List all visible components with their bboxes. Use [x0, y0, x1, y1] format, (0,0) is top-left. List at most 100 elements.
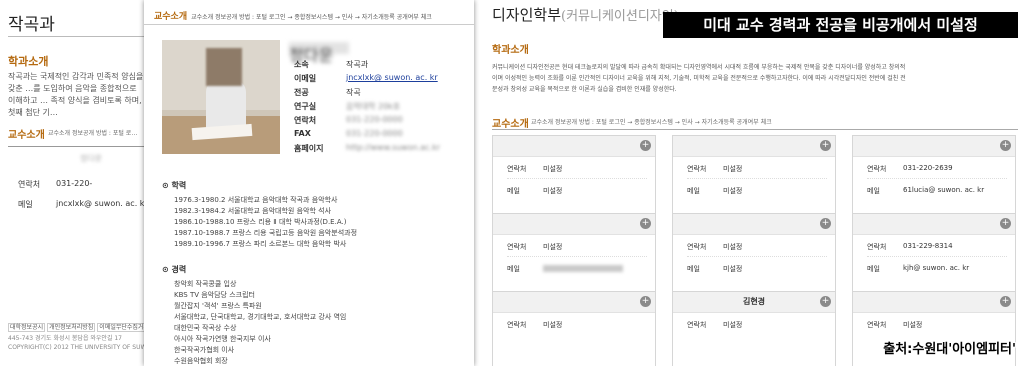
contact-label: 연락처 [867, 243, 887, 251]
contact-label: 연락처 [18, 180, 41, 189]
contact-value: 미설정 [543, 321, 563, 329]
info-value: 작곡 [346, 88, 361, 97]
list-item: 수원음악협회 회장 [174, 357, 228, 365]
email-row: 메일 kjh@ suwon. ac. kr [867, 264, 969, 274]
career-heading: ⊙ 경력 [162, 265, 187, 274]
email-value: 미설정 [723, 187, 743, 195]
section-title: 학과소개 [492, 45, 529, 56]
professor-section-title: 교수소개 [8, 130, 45, 141]
section-title: 학과소개 [8, 55, 49, 68]
plus-icon[interactable]: + [1000, 296, 1011, 307]
card-separator [867, 256, 1007, 257]
contact-label: 연락처 [507, 243, 527, 251]
footer-link[interactable]: 개인정보처리방침 [47, 323, 96, 332]
info-value: 031-220-0000 [346, 129, 403, 138]
address: 445-743 경기도 화성시 봉담읍 와우안길 17 [8, 335, 123, 342]
contact-label: 연락처 [867, 165, 887, 173]
info-value: 작곡과 [346, 60, 369, 69]
list-item: 1982.3-1984.2 서울대학교 음악대학원 음악학 석사 [174, 207, 332, 215]
plus-icon[interactable]: + [820, 140, 831, 151]
card-header [673, 214, 835, 235]
email-label: 메일 [687, 265, 700, 273]
copyright: COPYRIGHT(C) 2012 THE UNIVERSITY OF SUWO… [8, 344, 150, 351]
card-separator [507, 256, 647, 257]
professor-name: 김현경 [742, 297, 766, 306]
homepage-link[interactable]: http://www.suwon.ac.kr [346, 143, 440, 152]
list-item: 한국작곡가협회 이사 [174, 346, 235, 354]
professor-card[interactable]: + 연락처 미설정 메일 미설정 [492, 135, 656, 214]
contact-label: 연락처 [687, 243, 707, 251]
professor-card[interactable]: + 연락처 미설정 메일 미설정 [672, 213, 836, 292]
contact-value: 미설정 [723, 165, 743, 173]
info-key: 홈페이지 [294, 144, 324, 153]
card-header [673, 136, 835, 157]
contact-value: 미설정 [723, 243, 743, 251]
professor-card[interactable]: + 연락처 미설정 메일 [492, 213, 656, 292]
professor-card[interactable]: 정다운 연락처 031-220- 메일 jncxlxk@ suwon. ac. … [8, 146, 150, 227]
professor-card[interactable]: + 연락처 미설정 [492, 291, 656, 366]
source-credit: 출처:수원대'아이엠피터' [883, 342, 1016, 357]
footer-links: 대학정보공시 개인정보처리방침 이메일무단수집거부 [8, 322, 150, 332]
contact-value: 031-220- [56, 179, 93, 188]
education-title: 학력 [171, 181, 187, 190]
middle-panel-professor-detail: 교수소개 교수소개 정보공개 방법 : 포털 로그인 → 종합정보시스템 → 인사… [144, 0, 474, 366]
headline-caption: 미대 교수 경력과 전공을 비공개에서 미설정 [663, 12, 1018, 38]
email-redacted [543, 265, 623, 272]
info-key: 전공 [294, 88, 309, 97]
contact-row: 연락처 031-229-8314 [867, 242, 953, 252]
photo-face-mosaic [206, 48, 242, 86]
card-header [853, 292, 1015, 313]
department-intro: 커뮤니케이션 디자인전공은 현대 테크놀로지의 발달에 따라 급속히 확대되는 … [492, 62, 1017, 95]
breadcrumb-bar: 교수소개 교수소개 정보공개 방법 : 포털 로그인 → 종합정보시스템 → 인사… [154, 9, 432, 22]
list-item: KBS TV 음악담당 스크립터 [174, 291, 255, 299]
plus-icon[interactable]: + [820, 218, 831, 229]
list-item: 1986.10-1988.10 프랑스 리용 Ⅱ 대학 박사과정(D.E.A.) [174, 218, 347, 226]
disclosure-instructions: 교수소개 정보공개 방법 : 포털 로그인 → 종합정보시스템 → 인사 → 자… [531, 119, 772, 126]
email-row: 메일 jncxlxk@ suwon. ac. kr [18, 199, 148, 210]
plus-icon[interactable]: + [640, 140, 651, 151]
contact-row: 연락처 미설정 [867, 320, 922, 330]
email-label: 메일 [687, 187, 700, 195]
list-item: 1976.3-1980.2 서울대학교 음악대학 작곡과 음악학사 [174, 196, 338, 204]
contact-label: 연락처 [687, 321, 707, 329]
page-title: 작곡과 [8, 15, 55, 35]
professor-name: 정다운 [80, 154, 103, 163]
email-row: 메일 미설정 [687, 264, 742, 274]
contact-row: 연락처 미설정 [687, 320, 742, 330]
contact-value: 미설정 [543, 243, 563, 251]
list-item: 1989.10-1996.7 프랑스 파리 소르본느 대학 음악학 박사 [174, 240, 347, 248]
plus-icon[interactable]: + [820, 296, 831, 307]
footer-address: 445-743 경기도 화성시 봉담읍 와우안길 17 COPYRIGHT(C)… [8, 334, 150, 352]
professor-card[interactable]: 김현경 + 연락처 미설정 [672, 291, 836, 366]
footer-link[interactable]: 이메일무단수집거부 [97, 323, 150, 332]
contact-row: 연락처 031-220-2639 [867, 164, 953, 174]
contact-label: 연락처 [507, 165, 527, 173]
divider [144, 24, 474, 25]
education-list: 1976.3-1980.2 서울대학교 음악대학 작곡과 음악학사 1982.3… [174, 195, 357, 250]
divider [8, 36, 150, 37]
list-item: 아시아 작곡가연맹 한국지부 이사 [174, 335, 271, 343]
email-value: 미설정 [723, 265, 743, 273]
email-value[interactable]: jncxlxk@ suwon. ac. kr [56, 199, 148, 208]
email-value[interactable]: kjh@ suwon. ac. kr [903, 264, 969, 272]
card-separator [867, 178, 1007, 179]
email-link[interactable]: jncxlxk@ suwon. ac. kr [346, 73, 438, 82]
contact-row: 연락처 미설정 [507, 164, 562, 174]
professor-card[interactable]: + 연락처 031-220-2639 메일 61lucia@ suwon. ac. … [852, 135, 1016, 214]
email-value[interactable]: 61lucia@ suwon. ac. kr [903, 186, 984, 194]
footer-link[interactable]: 대학정보공시 [8, 323, 46, 332]
professor-card[interactable]: + 연락처 031-229-8314 메일 kjh@ suwon. ac. kr [852, 213, 1016, 292]
plus-icon[interactable]: + [640, 296, 651, 307]
contact-row: 연락처 미설정 [687, 242, 742, 252]
professor-section-title: 교수소개 [492, 119, 529, 130]
professor-card[interactable]: + 연락처 미설정 메일 미설정 [672, 135, 836, 214]
photo-figure [206, 80, 246, 128]
plus-icon[interactable]: + [1000, 140, 1011, 151]
education-heading: ⊙ 학력 [162, 181, 187, 190]
card-separator [507, 178, 647, 179]
contact-value: 031-220-2639 [903, 164, 953, 172]
plus-icon[interactable]: + [1000, 218, 1011, 229]
list-item: 대한민국 작곡상 수상 [174, 324, 237, 332]
card-header [493, 292, 655, 313]
plus-icon[interactable]: + [640, 218, 651, 229]
